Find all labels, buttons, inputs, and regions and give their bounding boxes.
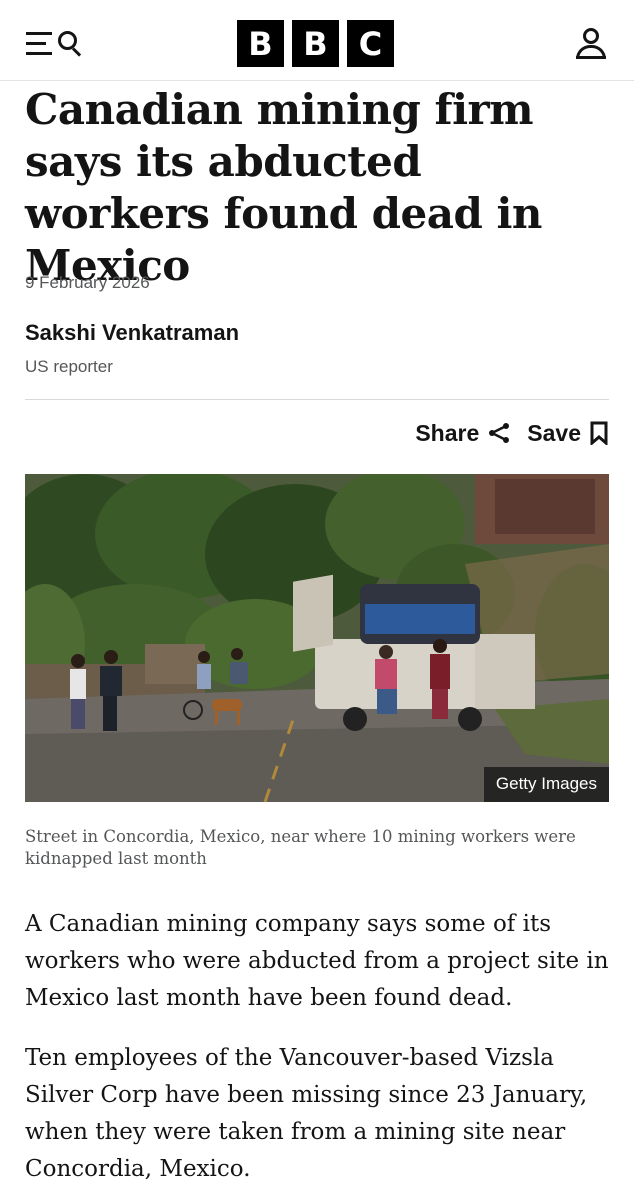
article-actions: Share Save — [415, 418, 609, 448]
street-scene-illustration — [25, 474, 609, 802]
top-navigation-bar: B B C — [0, 0, 634, 81]
logo-letter-b2: B — [292, 20, 339, 67]
search-handle — [71, 47, 82, 57]
account-icon[interactable] — [574, 27, 608, 61]
author-role: US reporter — [25, 357, 113, 376]
author-name[interactable]: Sakshi Venkatraman — [25, 320, 239, 346]
logo-letter-c: C — [347, 20, 394, 67]
save-label: Save — [527, 419, 581, 446]
share-icon — [489, 423, 510, 443]
share-label: Share — [415, 419, 480, 446]
account-head — [583, 28, 599, 44]
menu-search-icon[interactable] — [26, 28, 88, 62]
menu-line — [26, 52, 52, 55]
save-button[interactable]: Save — [527, 420, 609, 447]
byline-divider — [25, 399, 609, 400]
logo-letter-b1: B — [237, 20, 284, 67]
menu-line — [26, 42, 46, 45]
share-button[interactable]: Share — [415, 420, 511, 447]
body-paragraph-1: A Canadian mining company says some of i… — [25, 911, 609, 1011]
article-headline: Canadian mining firm says its abducted w… — [25, 85, 542, 290]
image-credit: Getty Images — [483, 767, 609, 802]
publish-date: 9 February 2026 — [25, 273, 150, 292]
account-base — [576, 56, 606, 59]
image-caption: Street in Concordia, Mexico, near where … — [25, 827, 576, 868]
bbc-logo[interactable]: B B C — [237, 20, 394, 67]
bookmark-icon — [590, 421, 608, 445]
body-paragraph-2: Ten employees of the Vancouver-based Viz… — [25, 1045, 588, 1182]
article-image: Getty Images — [25, 474, 609, 802]
menu-line — [26, 32, 52, 35]
